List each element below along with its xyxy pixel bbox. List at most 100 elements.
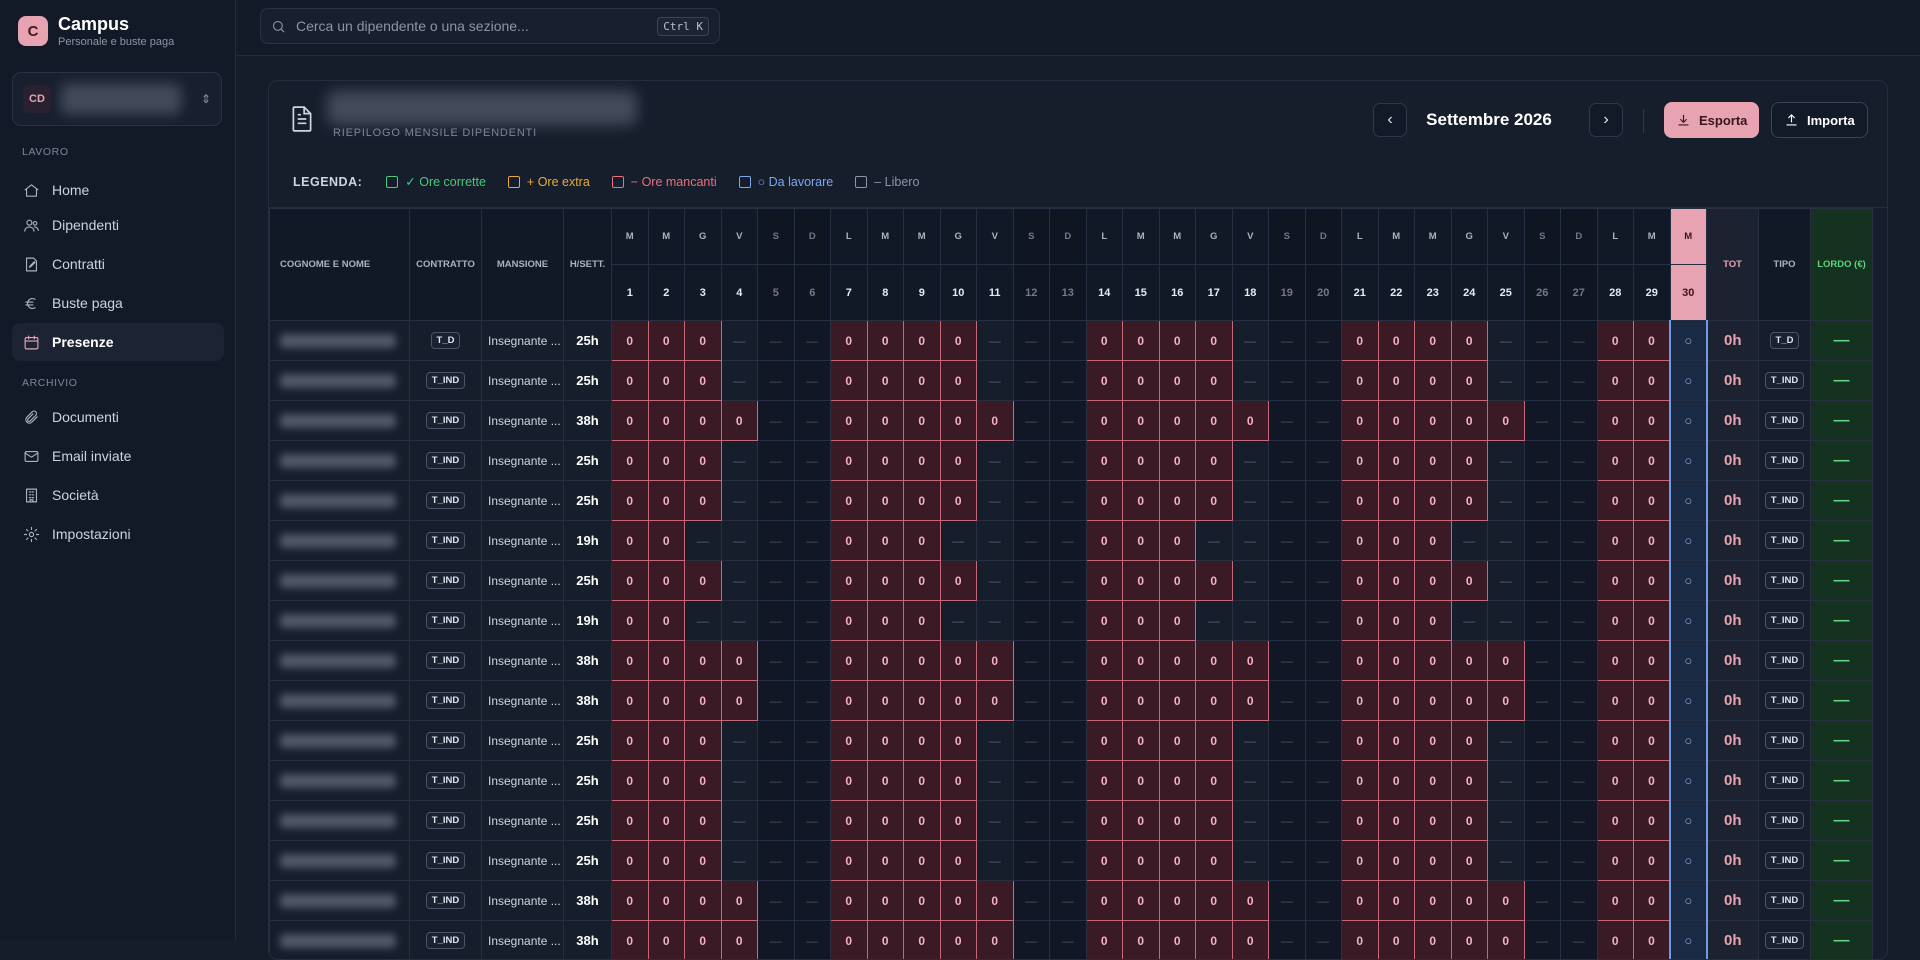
day-cell-weekend[interactable]: —	[1524, 761, 1561, 801]
day-cell-missing[interactable]: 0	[1159, 841, 1196, 881]
day-cell-missing[interactable]: 0	[648, 801, 685, 841]
day-cell-missing[interactable]: 0	[1123, 441, 1160, 481]
day-cell-missing[interactable]: 0	[1086, 761, 1123, 801]
day-cell-missing[interactable]: 0	[1123, 721, 1160, 761]
day-number-header[interactable]: 15	[1123, 265, 1160, 321]
day-cell-missing[interactable]: 0	[904, 841, 941, 881]
day-number-header[interactable]: 16	[1159, 265, 1196, 321]
day-cell-weekend[interactable]: —	[1561, 521, 1598, 561]
day-cell-missing[interactable]: 0	[1123, 481, 1160, 521]
day-cell-missing[interactable]: 0	[867, 721, 904, 761]
day-cell-weekend[interactable]: —	[758, 401, 795, 441]
day-number-header[interactable]: 2	[648, 265, 685, 321]
employee-name-redacted[interactable]	[270, 721, 410, 761]
day-cell-missing[interactable]: 0	[904, 361, 941, 401]
day-cell-missing[interactable]: 0	[1342, 561, 1379, 601]
day-cell-missing[interactable]: 0	[1451, 481, 1488, 521]
employee-name-redacted[interactable]	[270, 841, 410, 881]
day-cell-free[interactable]: —	[1488, 441, 1525, 481]
day-cell-missing[interactable]: 0	[1378, 681, 1415, 721]
day-cell-missing[interactable]: 0	[1488, 881, 1525, 921]
employee-name-redacted[interactable]	[270, 401, 410, 441]
company-switcher[interactable]: CD ⇕	[12, 72, 222, 126]
day-cell-free[interactable]: —	[1232, 601, 1269, 641]
day-cell-weekend[interactable]: —	[1269, 401, 1306, 441]
day-cell-weekend[interactable]: —	[1524, 601, 1561, 641]
day-cell-missing[interactable]: 0	[1378, 561, 1415, 601]
day-cell-missing[interactable]: 0	[721, 401, 758, 441]
day-cell-free[interactable]: —	[721, 441, 758, 481]
day-cell-missing[interactable]: 0	[1597, 681, 1634, 721]
day-cell-free[interactable]: —	[721, 801, 758, 841]
day-cell-missing[interactable]: 0	[831, 641, 868, 681]
day-cell-todo[interactable]: ○	[1670, 761, 1707, 801]
day-cell-missing[interactable]: 0	[1597, 881, 1634, 921]
day-cell-free[interactable]: —	[1488, 561, 1525, 601]
day-cell-free[interactable]: —	[1232, 761, 1269, 801]
table-row[interactable]: T_INDInsegnante ...19h00————000————000——…	[270, 601, 1873, 641]
day-cell-missing[interactable]: 0	[1378, 761, 1415, 801]
day-cell-missing[interactable]: 0	[685, 561, 722, 601]
day-number-header[interactable]: 10	[940, 265, 977, 321]
day-number-header[interactable]: 19	[1269, 265, 1306, 321]
day-cell-missing[interactable]: 0	[940, 681, 977, 721]
day-cell-weekend[interactable]: —	[1561, 561, 1598, 601]
day-cell-missing[interactable]: 0	[831, 441, 868, 481]
day-cell-weekend[interactable]: —	[1013, 841, 1050, 881]
day-cell-missing[interactable]: 0	[1378, 441, 1415, 481]
day-cell-weekend[interactable]: —	[758, 841, 795, 881]
day-cell-free[interactable]: —	[721, 361, 758, 401]
day-cell-weekend[interactable]: —	[1050, 481, 1087, 521]
day-cell-weekend[interactable]: —	[1305, 841, 1342, 881]
day-cell-missing[interactable]: 0	[1378, 601, 1415, 641]
day-cell-missing[interactable]: 0	[648, 561, 685, 601]
day-cell-free[interactable]: —	[1232, 361, 1269, 401]
day-cell-weekend[interactable]: —	[1013, 481, 1050, 521]
day-cell-weekend[interactable]: —	[1561, 361, 1598, 401]
day-cell-weekend[interactable]: —	[1524, 561, 1561, 601]
day-cell-missing[interactable]: 0	[1123, 841, 1160, 881]
day-number-header[interactable]: 1	[612, 265, 649, 321]
day-number-header[interactable]: 30	[1670, 265, 1707, 321]
day-cell-todo[interactable]: ○	[1670, 401, 1707, 441]
day-cell-weekend[interactable]: —	[1305, 881, 1342, 921]
day-cell-todo[interactable]: ○	[1670, 921, 1707, 960]
day-cell-weekend[interactable]: —	[1269, 521, 1306, 561]
day-cell-weekend[interactable]: —	[1269, 601, 1306, 641]
day-cell-missing[interactable]: 0	[904, 761, 941, 801]
employee-name-redacted[interactable]	[270, 521, 410, 561]
day-cell-missing[interactable]: 0	[1342, 721, 1379, 761]
day-cell-missing[interactable]: 0	[685, 921, 722, 960]
day-cell-missing[interactable]: 0	[648, 321, 685, 361]
day-cell-free[interactable]: —	[721, 561, 758, 601]
sidebar-item-dipendenti[interactable]: Dipendenti	[12, 206, 224, 244]
day-cell-missing[interactable]: 0	[1634, 361, 1671, 401]
day-number-header[interactable]: 27	[1561, 265, 1598, 321]
day-cell-weekend[interactable]: —	[1524, 681, 1561, 721]
day-cell-missing[interactable]: 0	[867, 881, 904, 921]
day-cell-missing[interactable]: 0	[612, 921, 649, 960]
day-cell-missing[interactable]: 0	[1634, 801, 1671, 841]
table-row[interactable]: T_INDInsegnante ...25h000———0000———0000—…	[270, 801, 1873, 841]
day-cell-missing[interactable]: 0	[1597, 441, 1634, 481]
day-cell-missing[interactable]: 0	[1086, 881, 1123, 921]
day-cell-free[interactable]: —	[721, 321, 758, 361]
day-cell-missing[interactable]: 0	[1634, 881, 1671, 921]
sidebar-item-documenti[interactable]: Documenti	[12, 398, 224, 436]
day-cell-free[interactable]: —	[721, 481, 758, 521]
day-cell-missing[interactable]: 0	[1159, 801, 1196, 841]
day-cell-missing[interactable]: 0	[867, 521, 904, 561]
day-cell-todo[interactable]: ○	[1670, 521, 1707, 561]
day-cell-missing[interactable]: 0	[648, 881, 685, 921]
day-cell-missing[interactable]: 0	[940, 881, 977, 921]
day-cell-missing[interactable]: 0	[904, 481, 941, 521]
prev-month-button[interactable]: ‹	[1373, 103, 1407, 137]
day-cell-weekend[interactable]: —	[1013, 401, 1050, 441]
day-cell-missing[interactable]: 0	[1415, 881, 1452, 921]
day-cell-weekend[interactable]: —	[758, 361, 795, 401]
day-cell-missing[interactable]: 0	[904, 681, 941, 721]
day-cell-free[interactable]: —	[721, 841, 758, 881]
day-cell-weekend[interactable]: —	[794, 641, 831, 681]
day-cell-missing[interactable]: 0	[831, 481, 868, 521]
day-cell-weekend[interactable]: —	[1269, 681, 1306, 721]
